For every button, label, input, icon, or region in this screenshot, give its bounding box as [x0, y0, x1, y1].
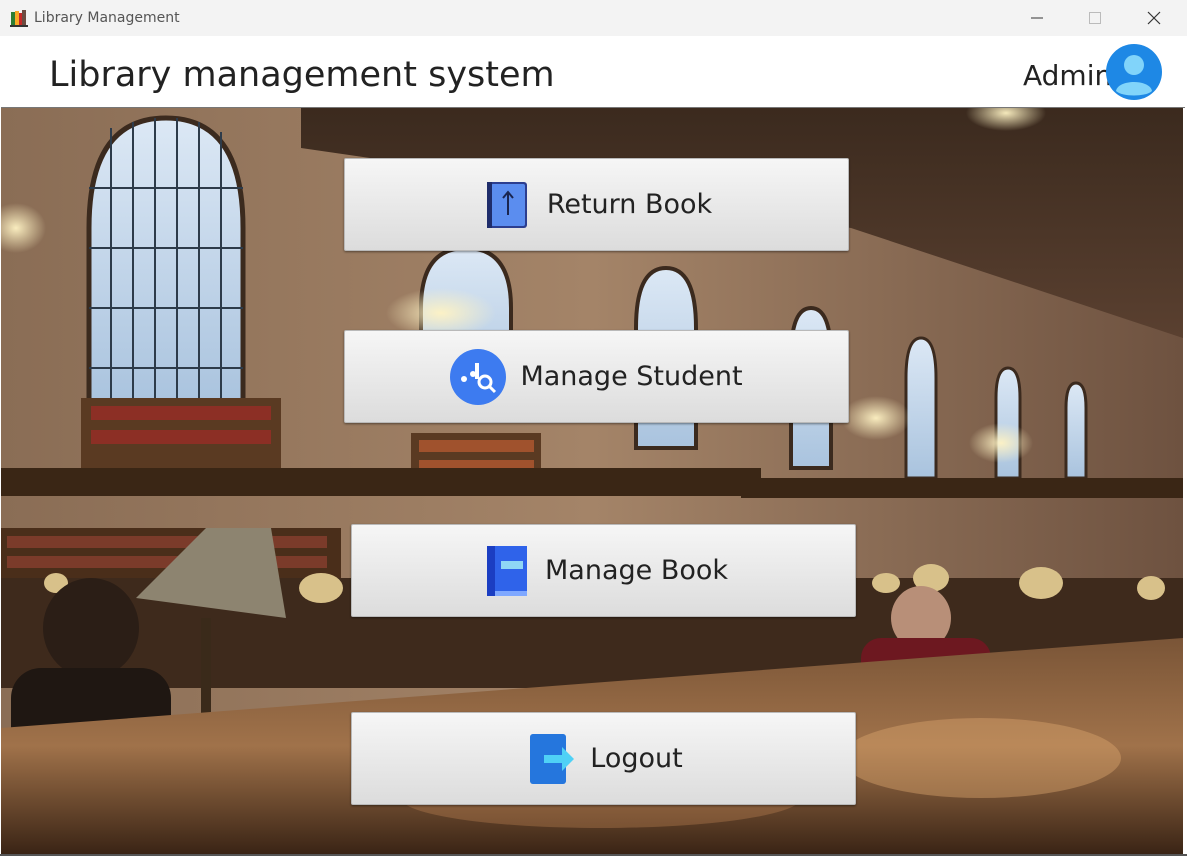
return-book-label: Return Book — [546, 189, 713, 220]
dashboard-panel: Return Book Manage Student Manage Book L… — [1, 108, 1183, 854]
manage-book-label: Manage Book — [544, 555, 729, 586]
title-bar[interactable]: Library Management — [0, 0, 1187, 36]
minimize-button[interactable] — [1008, 0, 1066, 36]
close-button[interactable] — [1125, 0, 1183, 36]
user-name-label: Admin — [1023, 59, 1113, 92]
return-book-icon — [486, 181, 527, 228]
page-title: Library management system — [49, 55, 555, 95]
manage-book-icon — [486, 545, 527, 596]
maximize-button[interactable] — [1066, 0, 1124, 36]
manage-student-icon — [450, 348, 507, 405]
minimize-icon — [1031, 17, 1043, 19]
logout-button[interactable]: Logout — [351, 712, 856, 805]
app-header: Library management system Admin — [1, 36, 1185, 108]
return-book-button[interactable]: Return Book — [344, 158, 849, 251]
manage-student-button[interactable]: Manage Student — [344, 330, 849, 423]
manage-student-label: Manage Student — [520, 361, 743, 392]
close-icon — [1147, 11, 1161, 25]
logout-icon — [530, 733, 575, 784]
logout-label: Logout — [590, 743, 683, 774]
window-title: Library Management — [34, 10, 180, 26]
manage-book-button[interactable]: Manage Book — [351, 524, 856, 617]
maximize-icon — [1089, 12, 1101, 24]
user-avatar-icon[interactable] — [1106, 44, 1162, 100]
app-window: Library Management Library management sy… — [0, 0, 1187, 856]
books-icon — [10, 10, 28, 27]
